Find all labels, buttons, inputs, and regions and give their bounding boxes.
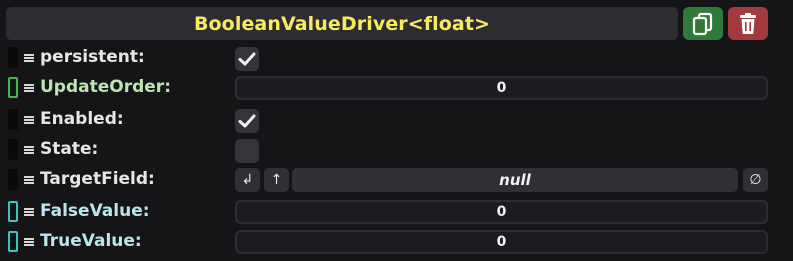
trash-icon	[740, 12, 756, 34]
duplicate-icon	[692, 12, 713, 35]
drag-handle-icon[interactable]	[24, 175, 34, 185]
field-connector[interactable]	[8, 169, 18, 190]
row-enabled: Enabled:	[0, 106, 793, 134]
drag-handle-icon[interactable]	[24, 237, 34, 247]
persistent-label: persistent:	[40, 47, 145, 67]
field-connector[interactable]	[8, 109, 18, 130]
row-update-order: UpdateOrder: 0	[0, 74, 793, 102]
true-value-label: TrueValue:	[40, 231, 142, 251]
update-order-input[interactable]: 0	[235, 76, 768, 100]
jump-icon: ↲	[241, 172, 254, 188]
field-connector[interactable]	[8, 231, 18, 252]
checkmark-icon	[238, 114, 256, 128]
drag-handle-icon[interactable]	[24, 115, 34, 125]
delete-button[interactable]	[728, 7, 768, 40]
null-icon: ∅	[749, 172, 762, 188]
checkmark-icon	[238, 52, 256, 66]
row-state: State:	[0, 136, 793, 164]
drag-handle-icon[interactable]	[24, 145, 34, 155]
state-label: State:	[40, 139, 99, 159]
row-true-value: TrueValue: 0	[0, 228, 793, 256]
persistent-checkbox[interactable]	[235, 47, 259, 71]
duplicate-button[interactable]	[683, 7, 723, 40]
clear-reference-button[interactable]: ∅	[743, 168, 768, 192]
update-order-label: UpdateOrder:	[40, 77, 171, 97]
field-connector[interactable]	[8, 47, 18, 68]
true-value-input[interactable]: 0	[235, 230, 768, 254]
up-arrow-icon: ↑	[270, 172, 283, 188]
field-connector[interactable]	[8, 77, 18, 98]
drag-handle-icon[interactable]	[24, 53, 34, 63]
field-connector[interactable]	[8, 139, 18, 160]
target-field-reference[interactable]: null	[292, 168, 738, 192]
component-header: BooleanValueDriver<float>	[6, 7, 678, 40]
target-field-label: TargetField:	[40, 169, 155, 189]
drag-handle-icon[interactable]	[24, 207, 34, 217]
false-value-label: FalseValue:	[40, 201, 150, 221]
component-title: BooleanValueDriver<float>	[193, 12, 491, 35]
row-false-value: FalseValue: 0	[0, 198, 793, 226]
jump-to-reference-button[interactable]: ↲	[235, 168, 260, 192]
row-persistent: persistent:	[0, 44, 793, 72]
go-up-button[interactable]: ↑	[264, 168, 289, 192]
enabled-label: Enabled:	[40, 109, 124, 129]
row-target-field: TargetField: ↲ ↑ null ∅	[0, 166, 793, 194]
state-checkbox[interactable]	[235, 139, 259, 163]
field-connector[interactable]	[8, 201, 18, 222]
drag-handle-icon[interactable]	[24, 83, 34, 93]
enabled-checkbox[interactable]	[235, 109, 259, 133]
false-value-input[interactable]: 0	[235, 200, 768, 224]
